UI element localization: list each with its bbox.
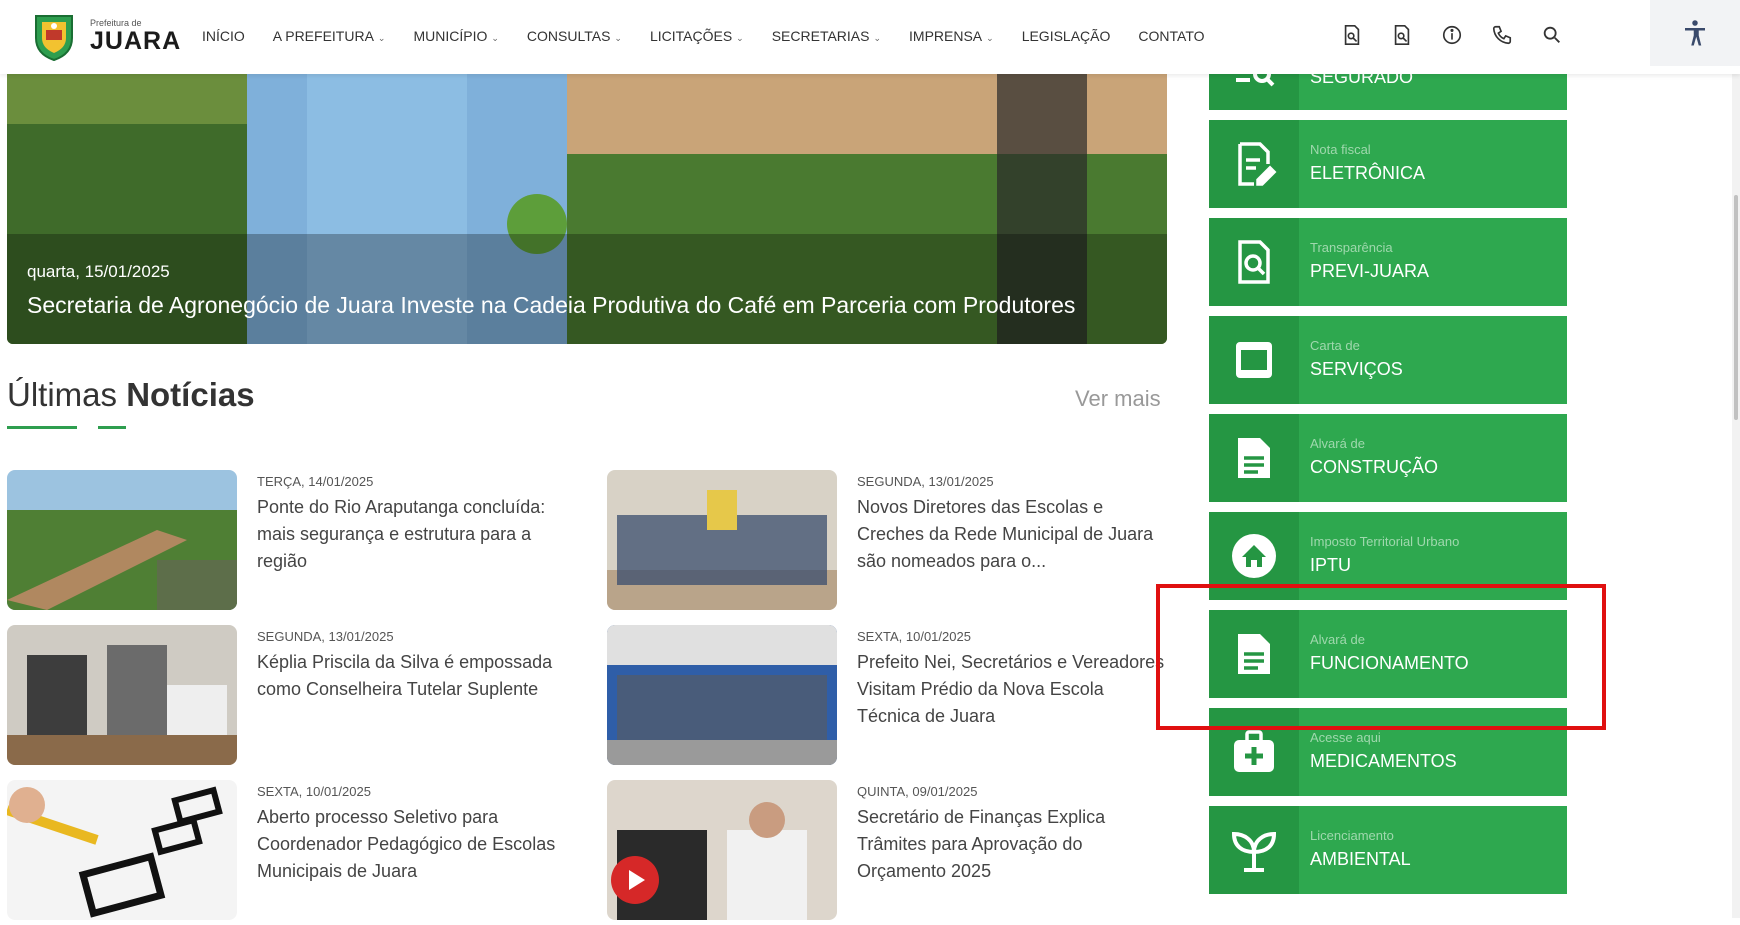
sprout-icon: [1209, 806, 1299, 894]
news-date: TERÇA, 14/01/2025: [257, 474, 374, 489]
news-title[interactable]: Novos Diretores das Escolas e Creches da…: [857, 494, 1167, 575]
service-caption: Nota fiscal: [1310, 142, 1371, 157]
service-title: AMBIENTAL: [1310, 849, 1411, 869]
news-title[interactable]: Aberto processo Seletivo para Coordenado…: [257, 804, 567, 885]
phone-icon[interactable]: [1477, 20, 1527, 50]
accessibility-button[interactable]: [1650, 0, 1740, 66]
document-search-icon: [1209, 218, 1299, 306]
chevron-down-icon: ⌄: [873, 33, 882, 43]
chevron-down-icon: ⌄: [614, 33, 622, 43]
search-icon[interactable]: [1527, 20, 1577, 50]
scrollbar[interactable]: [1732, 0, 1740, 918]
title-underline: [98, 426, 126, 429]
nav-label: IMPRENSA: [909, 28, 983, 44]
news-item[interactable]: QUINTA, 09/01/2025 Secretário de Finança…: [607, 780, 1157, 925]
news-thumbnail: [607, 780, 837, 920]
news-thumbnail: [607, 625, 837, 765]
news-thumbnail: [7, 780, 237, 920]
highlight-box: [1156, 584, 1606, 730]
hero-banner[interactable]: quarta, 15/01/2025 Secretaria de Agroneg…: [7, 74, 1167, 344]
nav-label: LEGISLAÇÃO: [1021, 28, 1111, 44]
nav-label: A PREFEITURA: [272, 28, 374, 44]
nav-label: CONSULTAS: [526, 28, 611, 44]
nav-label: MUNICÍPIO: [413, 28, 488, 44]
service-previ-juara[interactable]: Transparência PREVI-JUARA: [1209, 218, 1567, 306]
title-underline: [7, 426, 77, 429]
news-thumbnail: [607, 470, 837, 610]
news-title[interactable]: Ponte do Rio Araputanga concluída: mais …: [257, 494, 567, 575]
nav-label: CONTATO: [1138, 28, 1205, 44]
site-header: Prefeitura de JUARA INÍCIO A PREFEITURA ⌄…: [0, 0, 1740, 74]
news-title[interactable]: Secretário de Finanças Explica Trâmites …: [857, 804, 1167, 885]
service-alvara-construcao[interactable]: Alvará de CONSTRUÇÃO: [1209, 414, 1567, 502]
news-title[interactable]: Prefeito Nei, Secretários e Vereadores V…: [857, 649, 1167, 730]
nav-label: INÍCIO: [202, 28, 245, 44]
document-icon: [1209, 414, 1299, 502]
news-thumbnail: [7, 470, 237, 610]
logo-city-name: JUARA: [90, 27, 182, 55]
document-search-icon[interactable]: [1327, 20, 1377, 50]
service-caption: Transparência: [1310, 240, 1393, 255]
news-date: SEXTA, 10/01/2025: [857, 629, 971, 644]
news-item[interactable]: SEGUNDA, 13/01/2025 Képlia Priscila da S…: [7, 625, 557, 770]
nav-a-prefeitura[interactable]: A PREFEITURA ⌄: [273, 28, 386, 44]
nav-municipio[interactable]: MUNICÍPIO ⌄: [413, 28, 498, 44]
news-date: SEGUNDA, 13/01/2025: [257, 629, 394, 644]
service-caption: Carta de: [1310, 338, 1360, 353]
section-title: Últimas Notícias: [7, 376, 255, 414]
main-nav: INÍCIO A PREFEITURA ⌄ MUNICÍPIO ⌄ CONSULTA…: [202, 28, 1233, 44]
scrollbar-thumb[interactable]: [1734, 195, 1738, 420]
see-more-link[interactable]: Ver mais: [1075, 386, 1161, 412]
service-title: SERVIÇOS: [1310, 359, 1403, 379]
chevron-down-icon: ⌄: [377, 33, 386, 43]
service-title: IPTU: [1310, 555, 1352, 575]
service-title: MEDICAMENTOS: [1310, 751, 1457, 771]
service-title: ELETRÔNICA: [1310, 163, 1426, 183]
nav-inicio[interactable]: INÍCIO: [202, 28, 245, 44]
news-item[interactable]: SEXTA, 10/01/2025 Aberto processo Seleti…: [7, 780, 557, 925]
section-title-light: Últimas: [7, 376, 118, 413]
chevron-down-icon: ⌄: [491, 33, 499, 43]
chevron-down-icon: ⌄: [986, 33, 994, 43]
news-date: SEXTA, 10/01/2025: [257, 784, 371, 799]
header-tools: [1327, 20, 1577, 50]
accessibility-icon: [1685, 20, 1705, 46]
service-title: CONSTRUÇÃO: [1310, 457, 1439, 477]
site-logo[interactable]: Prefeitura de JUARA: [28, 10, 181, 62]
service-caption: Acesse aqui: [1310, 730, 1381, 745]
nav-contato[interactable]: CONTATO: [1138, 28, 1204, 44]
nav-secretarias[interactable]: SECRETARIAS ⌄: [772, 28, 881, 44]
info-icon[interactable]: [1427, 20, 1477, 50]
window-icon: [1209, 316, 1299, 404]
document-search-icon[interactable]: [1377, 20, 1427, 50]
news-date: QUINTA, 09/01/2025: [857, 784, 978, 799]
edit-document-icon: [1209, 120, 1299, 208]
service-nota-fiscal[interactable]: Nota fiscal ELETRÔNICA: [1209, 120, 1567, 208]
chevron-down-icon: ⌄: [736, 33, 744, 43]
news-item[interactable]: SEGUNDA, 13/01/2025 Novos Diretores das …: [607, 470, 1157, 615]
nav-legislacao[interactable]: LEGISLAÇÃO: [1022, 28, 1111, 44]
nav-consultas[interactable]: CONSULTAS ⌄: [527, 28, 622, 44]
news-title[interactable]: Képlia Priscila da Silva é empossada com…: [257, 649, 567, 703]
news-thumbnail: [7, 625, 237, 765]
hero-date: quarta, 15/01/2025: [27, 262, 170, 281]
nav-licitacoes[interactable]: LICITAÇÕES ⌄: [650, 28, 744, 44]
service-licenciamento-ambiental[interactable]: Licenciamento AMBIENTAL: [1209, 806, 1567, 894]
service-carta-servicos[interactable]: Carta de SERVIÇOS: [1209, 316, 1567, 404]
service-caption: Imposto Territorial Urbano: [1310, 534, 1460, 549]
nav-label: LICITAÇÕES: [649, 28, 733, 44]
service-caption: Alvará de: [1310, 436, 1365, 451]
service-title: PREVI-JUARA: [1310, 261, 1430, 281]
news-item[interactable]: TERÇA, 14/01/2025 Ponte do Rio Araputang…: [7, 470, 557, 615]
news-date: SEGUNDA, 13/01/2025: [857, 474, 994, 489]
service-caption: Licenciamento: [1310, 828, 1394, 843]
coat-of-arms-icon: [35, 15, 73, 62]
nav-imprensa[interactable]: IMPRENSA ⌄: [909, 28, 994, 44]
nav-label: SECRETARIAS: [771, 28, 870, 44]
hero-title[interactable]: Secretaria de Agronegócio de Juara Inves…: [27, 292, 1075, 319]
news-item[interactable]: SEXTA, 10/01/2025 Prefeito Nei, Secretár…: [607, 625, 1164, 770]
section-title-bold: Notícias: [126, 376, 255, 413]
